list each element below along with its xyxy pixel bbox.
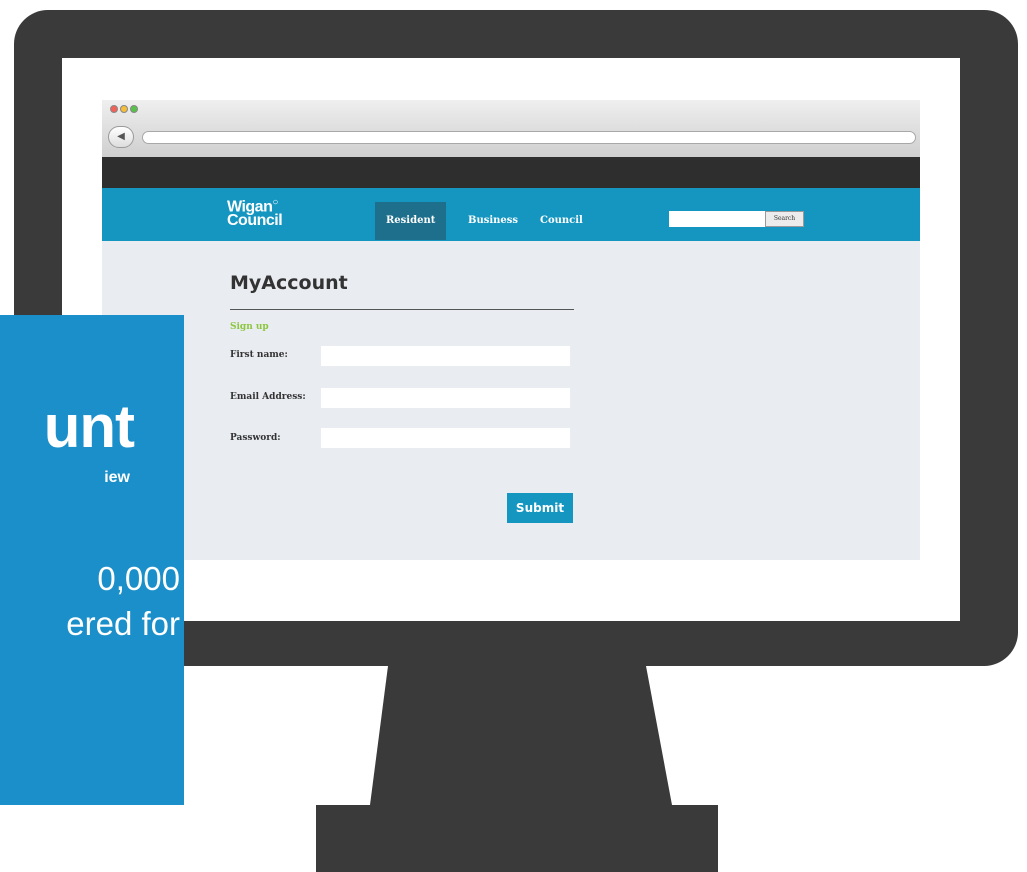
- stand-base: [316, 805, 718, 872]
- promo-heading-text: unt: [43, 393, 135, 460]
- promo-subheading-text: iew: [104, 469, 130, 486]
- promo-line-2: ered for: [0, 604, 180, 644]
- promo-line-1: 0,000: [0, 559, 180, 599]
- promo-subheading: iew: [0, 469, 130, 487]
- stand-neck: [370, 666, 672, 805]
- promo-panel: unt iew 0,000 ered for: [0, 315, 184, 805]
- promo-line-1-text: 0,000: [97, 560, 180, 597]
- promo-heading: unt: [0, 397, 135, 457]
- promo-line-2-text: ered for: [66, 605, 180, 642]
